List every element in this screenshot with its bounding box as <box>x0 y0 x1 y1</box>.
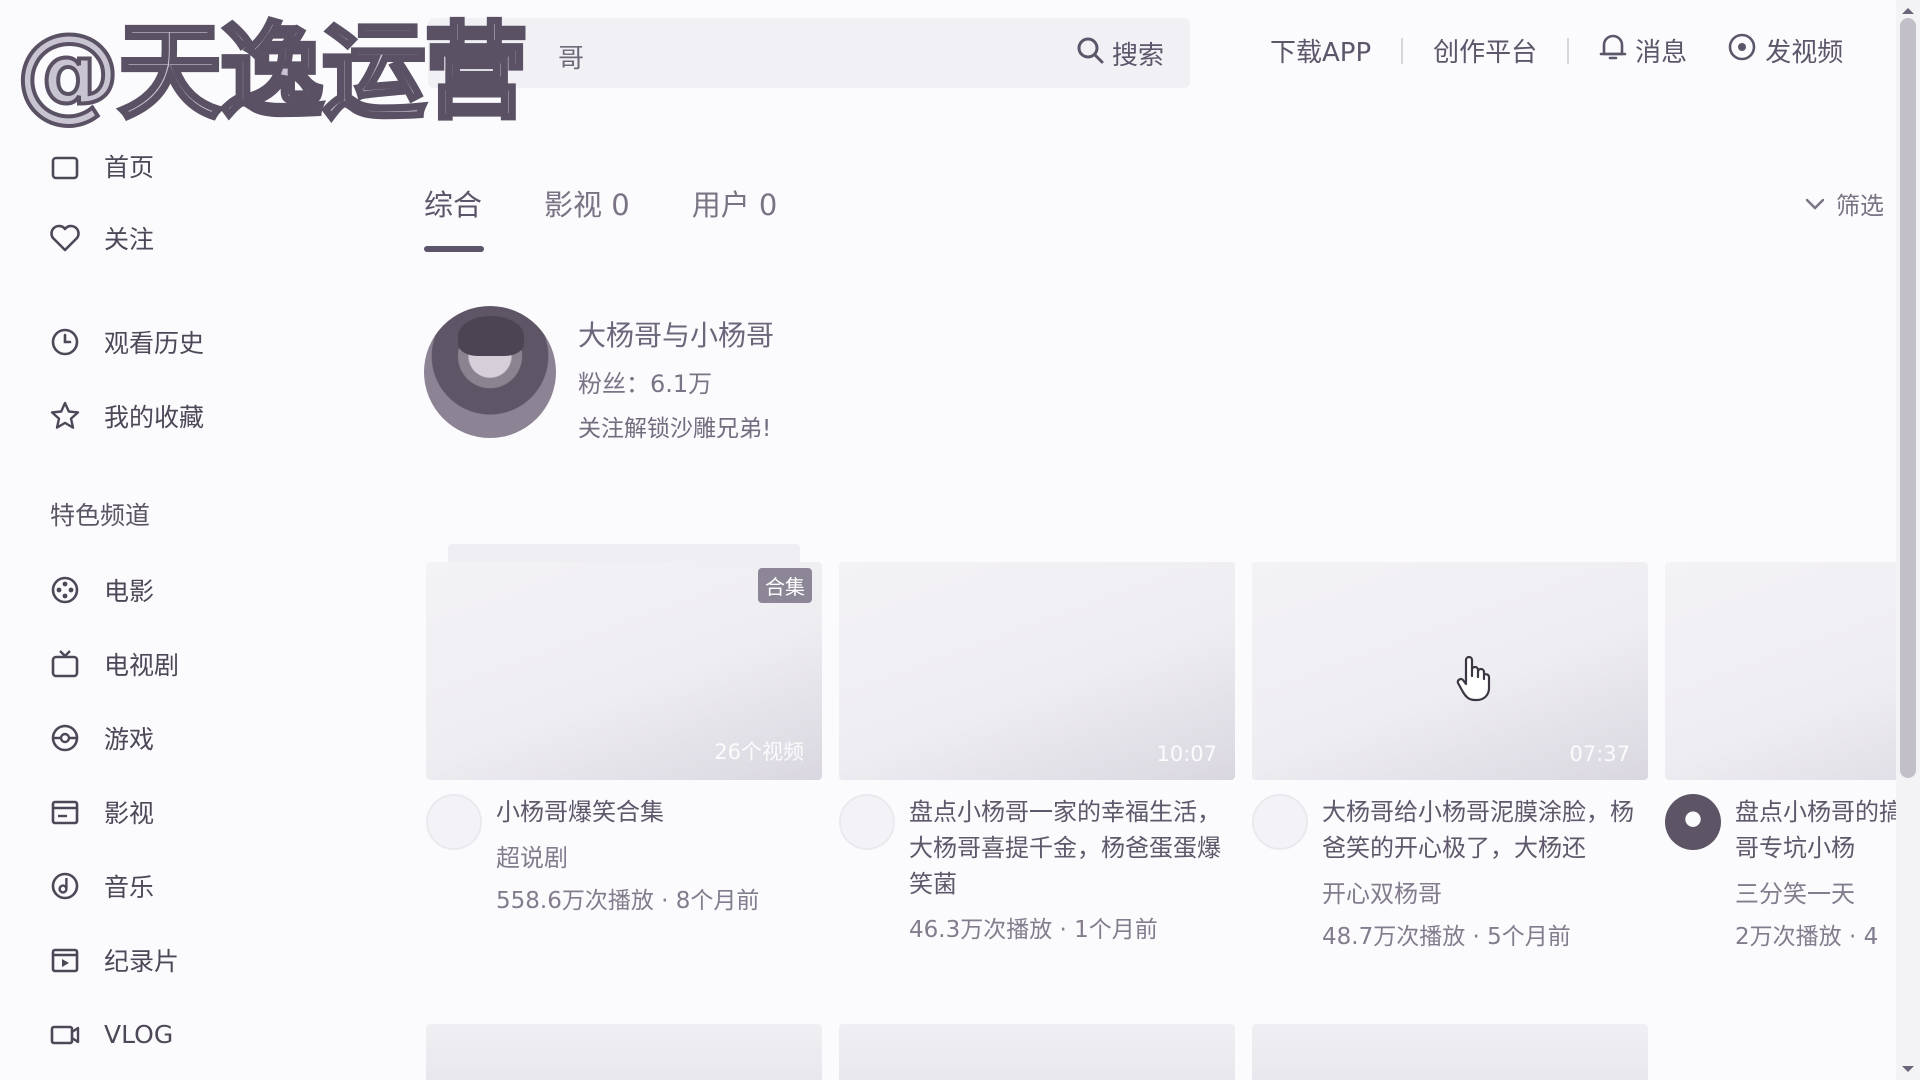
video-card[interactable]: 盘点小杨哥的搞笑日常，大杨哥专坑小杨 三分笑一天 2万次播放 · 4 <box>1665 562 1896 951</box>
video-author[interactable]: 超说剧 <box>496 838 759 873</box>
sidebar-item-history[interactable]: 观看历史 <box>48 322 204 362</box>
sidebar-item-follow[interactable]: 关注 <box>48 218 154 258</box>
clock-icon <box>48 325 82 359</box>
scroll-up-arrow[interactable] <box>1902 2 1914 14</box>
video-title[interactable]: 小杨哥爆笑合集 <box>496 794 759 830</box>
video-duration: 10:07 <box>1156 742 1217 766</box>
video-stats: 558.6万次播放 · 8个月前 <box>496 888 760 914</box>
film-reel-icon <box>48 573 82 607</box>
result-tabs: 综合 影视 0 用户 0 <box>424 182 778 252</box>
video-stats: 2万次播放 · 4 <box>1735 924 1879 950</box>
nav-divider <box>1567 37 1570 64</box>
user-name[interactable]: 大杨哥与小杨哥 <box>578 314 774 354</box>
sidebar: 首页 关注 观看历史 我的收藏 特色频道 电影 电视剧 游戏 影视 音乐 纪录片… <box>0 110 370 1080</box>
messages-link[interactable]: 消息 <box>1599 32 1687 69</box>
chevron-down-icon <box>1804 190 1826 218</box>
scrollbar-thumb[interactable] <box>1900 18 1916 778</box>
star-icon <box>48 399 82 433</box>
video-author[interactable]: 开心双杨哥 <box>1322 874 1642 909</box>
author-avatar[interactable] <box>426 794 482 850</box>
video-title[interactable]: 盘点小杨哥的搞笑日常，大杨哥专坑小杨 <box>1735 794 1896 866</box>
search-input[interactable]: 哥 <box>558 38 584 75</box>
sidebar-item-film[interactable]: 影视 <box>48 792 154 832</box>
sidebar-section-title: 特色频道 <box>50 501 151 530</box>
download-app-link[interactable]: 下载APP <box>1270 32 1371 69</box>
video-card[interactable]: 合集 26个视频 小杨哥爆笑合集 超说剧 558.6万次播放 · 8个月前 <box>426 544 822 915</box>
home-icon <box>48 149 82 183</box>
author-avatar[interactable] <box>839 794 895 850</box>
sidebar-item-label: 电视剧 <box>104 651 180 680</box>
user-description: 关注解锁沙雕兄弟! <box>578 416 772 442</box>
video-title[interactable]: 大杨哥给小杨哥泥膜涂脸，杨爸笑的开心极了，大杨还 <box>1322 794 1642 866</box>
sidebar-item-label: 音乐 <box>104 873 155 902</box>
video-thumbnail[interactable]: 10:07 <box>839 562 1235 780</box>
sidebar-item-home[interactable]: 首页 <box>48 146 154 186</box>
messages-label: 消息 <box>1635 38 1688 68</box>
clapboard-icon <box>48 795 82 829</box>
video-thumbnail[interactable] <box>1252 1024 1648 1080</box>
sidebar-item-label: 纪录片 <box>104 947 180 976</box>
video-author[interactable]: 三分笑一天 <box>1735 874 1896 909</box>
camera-icon <box>48 1017 82 1051</box>
sidebar-item-movies[interactable]: 电影 <box>48 570 154 610</box>
watermark: @天逸运营 <box>14 11 530 133</box>
plus-circle-icon <box>1727 32 1757 69</box>
tab-all[interactable]: 综合 <box>424 182 485 252</box>
hand-cursor-icon <box>1456 655 1492 706</box>
upload-video-label: 发视频 <box>1765 38 1844 68</box>
sidebar-item-label: 我的收藏 <box>104 403 205 432</box>
video-overlay-text: 26个视频 <box>714 740 804 764</box>
user-fans: 粉丝：6.1万 <box>578 370 713 398</box>
filter-label: 筛选 <box>1836 192 1884 220</box>
video-duration: 07:37 <box>1569 742 1630 766</box>
sidebar-item-tv[interactable]: 电视剧 <box>48 644 179 684</box>
tab-users[interactable]: 用户 0 <box>692 182 778 244</box>
tab-film[interactable]: 影视 0 <box>544 182 630 244</box>
scroll-down-arrow[interactable] <box>1902 1066 1914 1078</box>
sidebar-item-label: 观看历史 <box>104 329 205 358</box>
creator-platform-link[interactable]: 创作平台 <box>1433 32 1537 69</box>
sidebar-item-games[interactable]: 游戏 <box>48 718 154 758</box>
sidebar-item-music[interactable]: 音乐 <box>48 866 154 906</box>
search-button[interactable]: 搜索 <box>1076 32 1164 74</box>
video-thumbnail[interactable] <box>426 1024 822 1080</box>
sidebar-item-label: 影视 <box>104 799 155 828</box>
sidebar-item-documentary[interactable]: 纪录片 <box>48 940 179 980</box>
video-thumbnail[interactable]: 07:37 <box>1252 562 1648 780</box>
video-thumbnail[interactable] <box>839 1024 1235 1080</box>
user-result-card[interactable]: 大杨哥与小杨哥 粉丝：6.1万 关注解锁沙雕兄弟! <box>424 306 774 442</box>
sidebar-item-favorites[interactable]: 我的收藏 <box>48 396 204 436</box>
video-card[interactable]: 10:07 盘点小杨哥一家的幸福生活，大杨哥喜提千金，杨爸蛋蛋爆笑菌 46.3万… <box>839 562 1235 944</box>
search-icon <box>1076 36 1104 71</box>
upload-video-link[interactable]: 发视频 <box>1727 32 1843 69</box>
author-avatar[interactable] <box>1252 794 1308 850</box>
sidebar-item-vlog[interactable]: VLOG <box>48 1014 173 1054</box>
music-icon <box>48 869 82 903</box>
tv-icon <box>48 647 82 681</box>
video-thumbnail[interactable]: 合集 26个视频 <box>426 544 822 780</box>
nav-divider <box>1401 37 1404 64</box>
video-title[interactable]: 盘点小杨哥一家的幸福生活，大杨哥喜提千金，杨爸蛋蛋爆笑菌 <box>909 794 1229 902</box>
avatar[interactable] <box>424 306 556 438</box>
filter-button[interactable]: 筛选 <box>1804 186 1884 221</box>
bell-icon <box>1599 32 1627 69</box>
sidebar-item-label: VLOG <box>104 1019 174 1049</box>
video-thumbnail[interactable] <box>1665 562 1896 780</box>
collection-badge: 合集 <box>758 568 812 603</box>
header-nav: 下载APP 创作平台 消息 发视频 <box>1270 32 1843 69</box>
video-stats: 46.3万次播放 · 1个月前 <box>909 917 1158 943</box>
author-avatar[interactable] <box>1665 794 1721 850</box>
search-box[interactable]: 哥 搜索 <box>428 18 1190 88</box>
search-button-label: 搜索 <box>1111 40 1164 71</box>
video-stats: 48.7万次播放 · 5个月前 <box>1322 924 1571 950</box>
sidebar-item-label: 游戏 <box>104 725 155 754</box>
sidebar-item-label: 首页 <box>104 153 155 182</box>
documentary-icon <box>48 943 82 977</box>
sidebar-item-label: 电影 <box>104 577 155 606</box>
video-card[interactable]: 07:37 大杨哥给小杨哥泥膜涂脸，杨爸笑的开心极了，大杨还 开心双杨哥 48.… <box>1252 562 1648 951</box>
sidebar-item-label: 关注 <box>104 225 155 254</box>
game-ball-icon <box>48 721 82 755</box>
heart-icon <box>48 221 82 255</box>
scrollbar[interactable] <box>1896 0 1920 1080</box>
